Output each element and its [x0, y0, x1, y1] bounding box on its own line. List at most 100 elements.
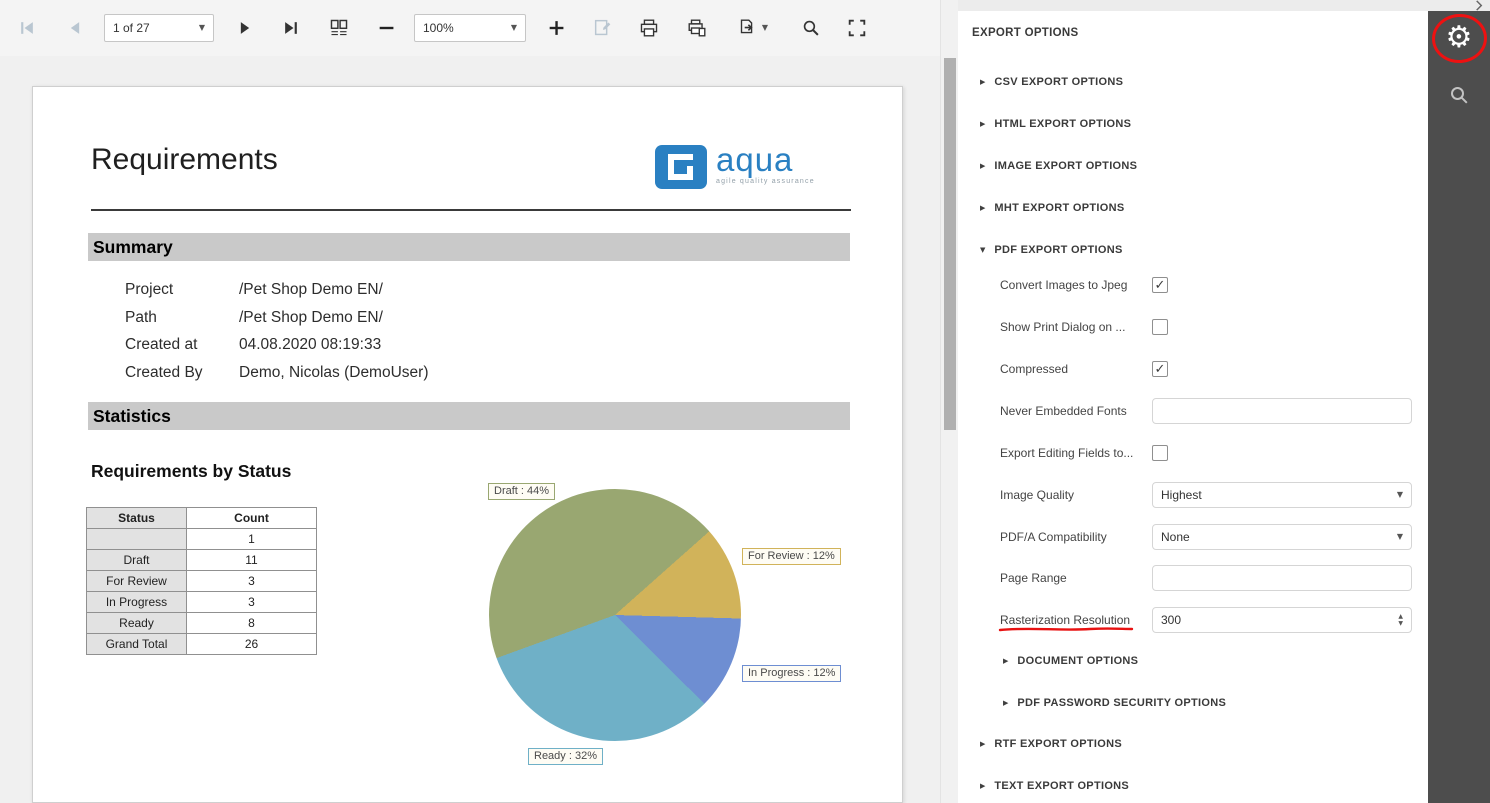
- minus-icon: [376, 17, 398, 39]
- highlight-editing-fields-button[interactable]: [584, 9, 622, 47]
- option-label: PDF/A Compatibility: [1000, 530, 1152, 544]
- editing-fields-icon: [592, 17, 614, 39]
- section-label: PDF PASSWORD SECURITY OPTIONS: [1017, 697, 1226, 709]
- cell-status: [87, 529, 187, 550]
- chevron-down-icon: [1397, 533, 1403, 541]
- export-document-icon: [736, 17, 758, 39]
- search-icon: [1447, 83, 1471, 107]
- gear-icon: [1446, 23, 1473, 53]
- section-pdf-export-options[interactable]: PDF EXPORT OPTIONS: [980, 242, 1123, 258]
- last-page-button[interactable]: [272, 9, 310, 47]
- table-row: Draft11: [87, 550, 317, 571]
- option-pdfa-compatibility: PDF/A Compatibility None: [1000, 524, 1412, 550]
- summary-label: Path: [125, 304, 239, 332]
- spin-down-icon[interactable]: [1398, 621, 1403, 627]
- option-page-range: Page Range: [1000, 565, 1412, 591]
- report-page: Requirements aqua agile quality assuranc…: [32, 86, 903, 803]
- cell-status: Grand Total: [87, 634, 187, 655]
- show-print-dialog-checkbox[interactable]: [1152, 319, 1168, 335]
- aqua-logo: aqua agile quality assurance: [655, 145, 815, 189]
- next-page-button[interactable]: [226, 9, 264, 47]
- table-row: Grand Total26: [87, 634, 317, 655]
- scrollbar-thumb[interactable]: [944, 58, 956, 430]
- multipage-view-button[interactable]: [320, 9, 358, 47]
- last-page-icon: [281, 18, 301, 38]
- option-image-quality: Image Quality Highest: [1000, 482, 1412, 508]
- cell-count: 26: [187, 634, 317, 655]
- previous-page-button[interactable]: [56, 9, 94, 47]
- option-rasterization-resolution: Rasterization Resolution 300: [1000, 607, 1412, 633]
- statistics-section-heading: Statistics: [88, 402, 850, 430]
- print-button[interactable]: [630, 9, 668, 47]
- option-label: Compressed: [1000, 362, 1152, 376]
- status-table: Status Count 1 Draft11 For Review3 In Pr…: [86, 507, 317, 655]
- export-editing-fields-checkbox[interactable]: [1152, 445, 1168, 461]
- zoom-out-button[interactable]: [368, 9, 406, 47]
- export-to-button[interactable]: [726, 9, 778, 47]
- section-label: PDF EXPORT OPTIONS: [994, 244, 1122, 256]
- section-csv-export-options[interactable]: CSV EXPORT OPTIONS: [980, 74, 1123, 90]
- section-text-export-options[interactable]: TEXT EXPORT OPTIONS: [980, 778, 1129, 794]
- section-mht-export-options[interactable]: MHT EXPORT OPTIONS: [980, 200, 1124, 216]
- fullscreen-button[interactable]: [838, 9, 876, 47]
- multipage-view-icon: [328, 17, 350, 39]
- print-page-button[interactable]: [678, 9, 716, 47]
- cell-count: 11: [187, 550, 317, 571]
- export-options-panel: EXPORT OPTIONS CSV EXPORT OPTIONS HTML E…: [958, 0, 1428, 803]
- summary-value: /Pet Shop Demo EN/: [239, 281, 383, 298]
- chevron-right-icon: [1003, 658, 1008, 665]
- convert-images-checkbox[interactable]: [1152, 277, 1168, 293]
- section-rtf-export-options[interactable]: RTF EXPORT OPTIONS: [980, 736, 1122, 752]
- summary-label: Project: [125, 276, 239, 304]
- previous-page-icon: [65, 18, 85, 38]
- option-label: Export Editing Fields to...: [1000, 446, 1152, 460]
- summary-section-heading: Summary: [88, 233, 850, 261]
- section-image-export-options[interactable]: IMAGE EXPORT OPTIONS: [980, 158, 1137, 174]
- option-label: Image Quality: [1000, 488, 1152, 502]
- panel-title: EXPORT OPTIONS: [972, 27, 1078, 39]
- cell-count: 3: [187, 571, 317, 592]
- table-row: Ready8: [87, 613, 317, 634]
- spin-up-icon[interactable]: [1398, 614, 1403, 620]
- rail-search-button[interactable]: [1437, 73, 1481, 117]
- search-icon: [800, 17, 822, 39]
- first-page-button[interactable]: [8, 9, 46, 47]
- plus-icon: [546, 17, 568, 39]
- pdfa-compatibility-select[interactable]: None: [1152, 524, 1412, 550]
- summary-label: Created By: [125, 359, 239, 387]
- viewer-toolbar: 1 of 27 100%: [0, 0, 940, 56]
- never-embedded-fonts-input[interactable]: [1152, 398, 1412, 424]
- print-page-icon: [686, 17, 708, 39]
- section-label: TEXT EXPORT OPTIONS: [994, 780, 1129, 792]
- chevron-right-icon: [1003, 700, 1008, 707]
- chevron-down-icon: [199, 24, 205, 32]
- option-show-print-dialog: Show Print Dialog on ...: [1000, 314, 1412, 340]
- zoom-select[interactable]: 100%: [414, 14, 526, 42]
- section-document-options[interactable]: DOCUMENT OPTIONS: [1003, 653, 1138, 669]
- spinner-buttons[interactable]: [1398, 614, 1403, 627]
- section-label: HTML EXPORT OPTIONS: [994, 118, 1131, 130]
- option-label: Never Embedded Fonts: [1000, 404, 1152, 418]
- section-label: MHT EXPORT OPTIONS: [994, 202, 1124, 214]
- vertical-scrollbar[interactable]: [940, 0, 958, 803]
- chevron-down-icon: [1397, 491, 1403, 499]
- pie-chart: [489, 489, 741, 741]
- search-button[interactable]: [792, 9, 830, 47]
- page-range-input[interactable]: [1152, 565, 1412, 591]
- compressed-checkbox[interactable]: [1152, 361, 1168, 377]
- chevron-right-icon: [980, 741, 985, 748]
- option-label: Page Range: [1000, 571, 1152, 585]
- export-settings-gear-button[interactable]: [1437, 16, 1481, 60]
- section-pdf-password-security-options[interactable]: PDF PASSWORD SECURITY OPTIONS: [1003, 695, 1226, 711]
- cell-count: 8: [187, 613, 317, 634]
- zoom-in-button[interactable]: [538, 9, 576, 47]
- section-html-export-options[interactable]: HTML EXPORT OPTIONS: [980, 116, 1131, 132]
- rasterization-resolution-spinner[interactable]: 300: [1152, 607, 1412, 633]
- logo-brand-text: aqua: [716, 145, 815, 175]
- image-quality-select[interactable]: Highest: [1152, 482, 1412, 508]
- option-export-editing-fields: Export Editing Fields to...: [1000, 440, 1412, 466]
- column-header-status: Status: [87, 508, 187, 529]
- table-row: In Progress3: [87, 592, 317, 613]
- page-number-value: 1 of 27: [113, 21, 199, 35]
- page-number-select[interactable]: 1 of 27: [104, 14, 214, 42]
